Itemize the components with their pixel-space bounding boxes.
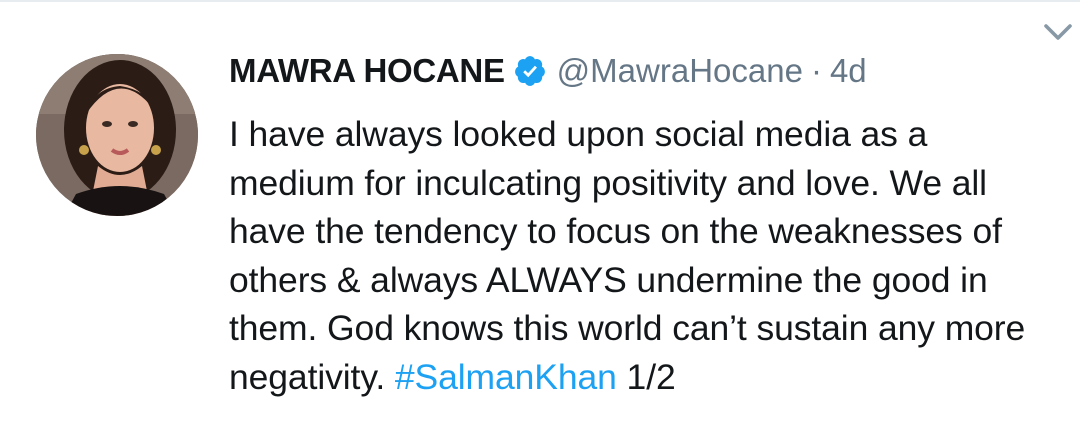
chevron-down-icon[interactable] — [1040, 14, 1076, 50]
separator-dot: · — [810, 52, 822, 89]
avatar[interactable] — [36, 54, 198, 216]
tweet-header: MAWRA HOCANE @MawraHocane · 4d — [229, 46, 1050, 96]
tweet-text: I have always looked upon social media a… — [229, 110, 1054, 401]
hashtag-link[interactable]: #SalmanKhan — [395, 357, 617, 397]
author-name[interactable]: MAWRA HOCANE — [229, 52, 505, 90]
tweet-body: I have always looked upon social media a… — [229, 114, 1026, 397]
author-handle[interactable]: @MawraHocane — [557, 52, 803, 90]
verified-badge-icon — [514, 56, 545, 86]
tweet-card[interactable]: MAWRA HOCANE @MawraHocane · 4d I have al… — [0, 0, 1080, 431]
tweet-timestamp[interactable]: 4d — [830, 52, 867, 90]
tweet-thread-count: 1/2 — [616, 356, 676, 397]
tweet-content: MAWRA HOCANE @MawraHocane · 4d I have al… — [229, 46, 1050, 401]
avatar-photo — [36, 54, 198, 216]
